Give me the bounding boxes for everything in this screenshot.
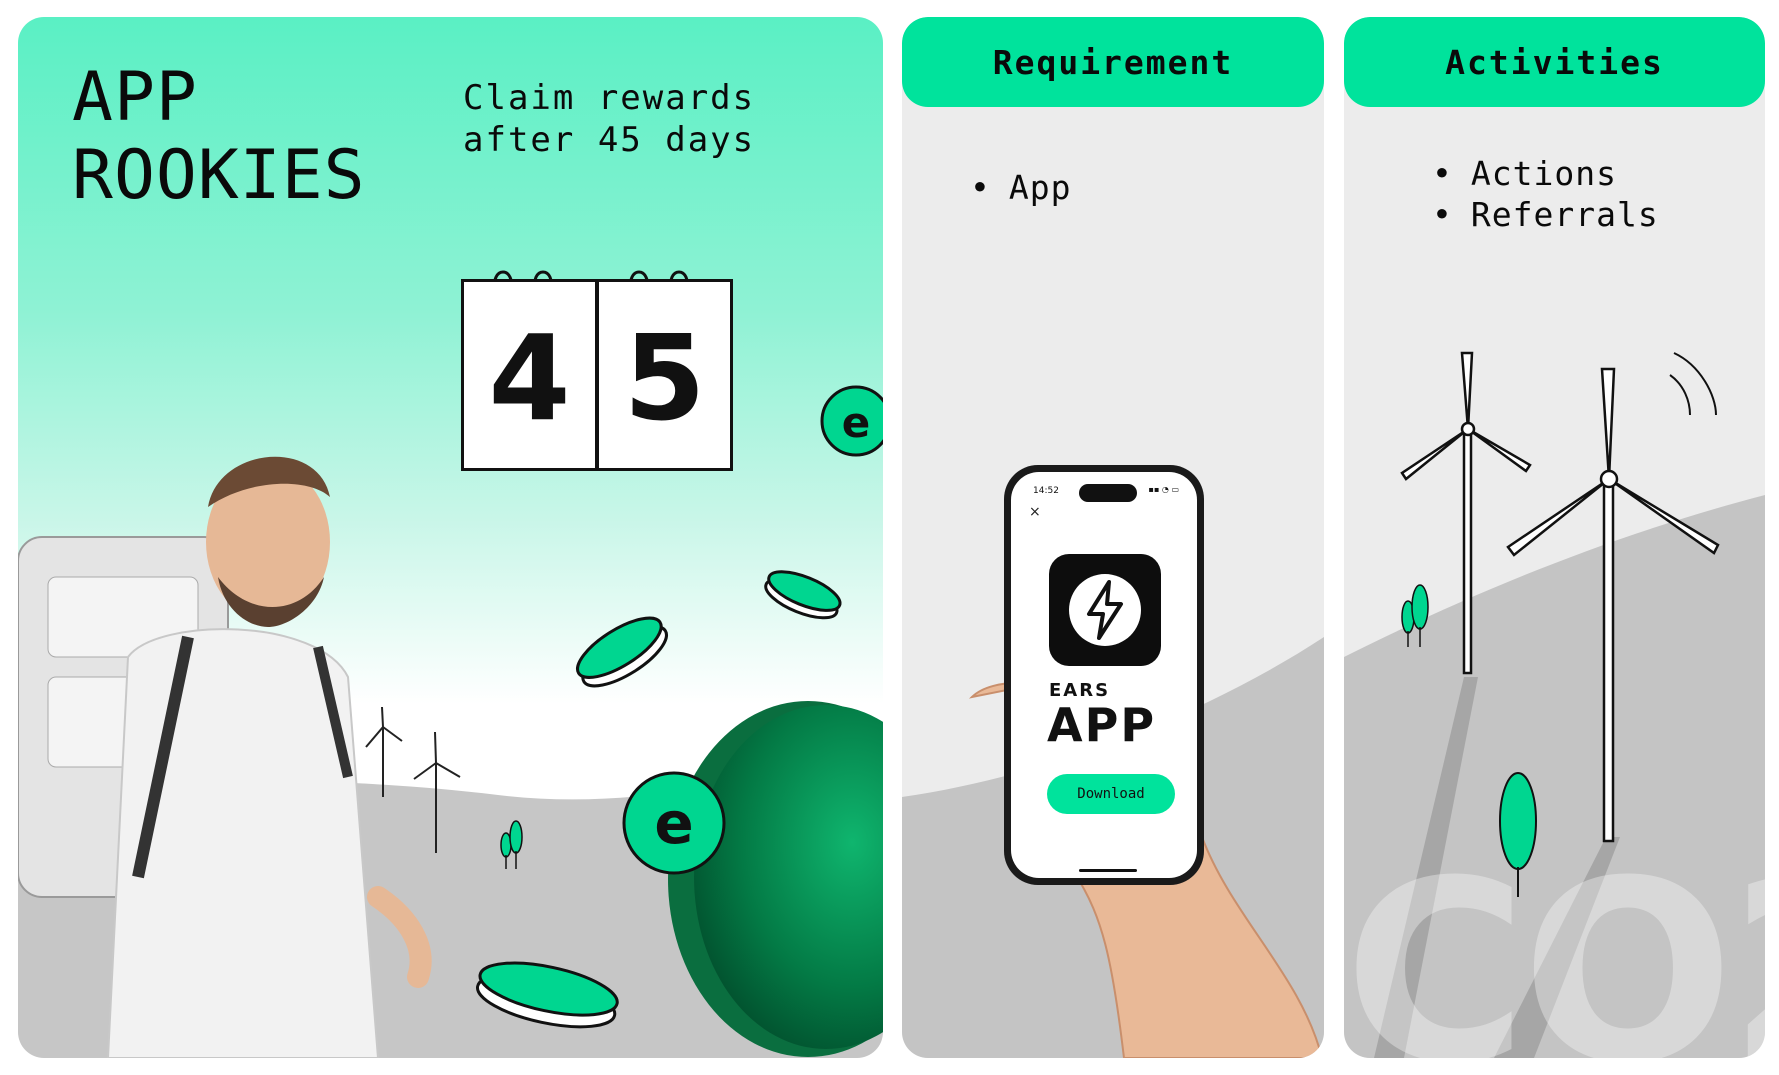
home-indicator: [1079, 869, 1137, 872]
download-button[interactable]: Download: [1047, 774, 1175, 814]
dynamic-island: [1079, 484, 1137, 502]
activity-item-actions: Actions: [1432, 153, 1659, 194]
activities-list: Actions Referrals: [1432, 153, 1659, 235]
coin-flat-2: [764, 570, 842, 620]
app-name: APP: [1047, 698, 1157, 752]
phone-time: 14:52: [1033, 486, 1059, 496]
activities-header: Activities: [1344, 17, 1765, 107]
hero-subtitle: Claim rewards after 45 days: [463, 77, 755, 161]
lightning-icon: [1069, 574, 1141, 646]
hero-title-line1: APP: [72, 58, 198, 137]
activities-card: CO2 Activities Actions Referrals: [1344, 17, 1765, 1058]
calendar-page-1: 4: [461, 279, 598, 471]
coin-topright: e: [820, 385, 883, 457]
activity-item-referrals: Referrals: [1432, 194, 1659, 235]
hero-title-line2: ROOKIES: [72, 136, 366, 215]
signal-icon: [1669, 352, 1717, 416]
coin-flat-1: [576, 616, 668, 688]
hero-subtitle-line1: Claim rewards: [463, 78, 756, 118]
calendar-digit-2: 5: [623, 309, 706, 447]
hero-card: e e APP ROOKIES Claim rewards after 45 d…: [18, 17, 883, 1058]
status-icons: ▪▪ ◔ ▭: [1148, 485, 1179, 494]
requirement-card: Requirement App 14:52 ▪▪ ◔ ▭ × EARS APP …: [902, 17, 1324, 1058]
phone-screen: 14:52 ▪▪ ◔ ▭ × EARS APP Download: [1011, 472, 1197, 878]
close-icon[interactable]: ×: [1029, 504, 1041, 520]
calendar-page-2: 5: [596, 279, 733, 471]
requirement-header: Requirement: [902, 17, 1324, 107]
app-icon: [1049, 554, 1161, 666]
calendar-digit-1: 4: [488, 309, 571, 447]
requirement-list: App: [970, 167, 1071, 208]
requirement-item-app: App: [970, 167, 1071, 208]
svg-text:e: e: [654, 789, 693, 857]
svg-text:e: e: [842, 398, 871, 447]
hero-title: APP ROOKIES: [72, 59, 366, 215]
phone-mockup: 14:52 ▪▪ ◔ ▭ × EARS APP Download: [1004, 465, 1204, 885]
hero-subtitle-line2: after 45 days: [463, 120, 756, 160]
coin-mid: e: [622, 771, 726, 875]
co2-watermark: CO2: [1344, 827, 1765, 1059]
